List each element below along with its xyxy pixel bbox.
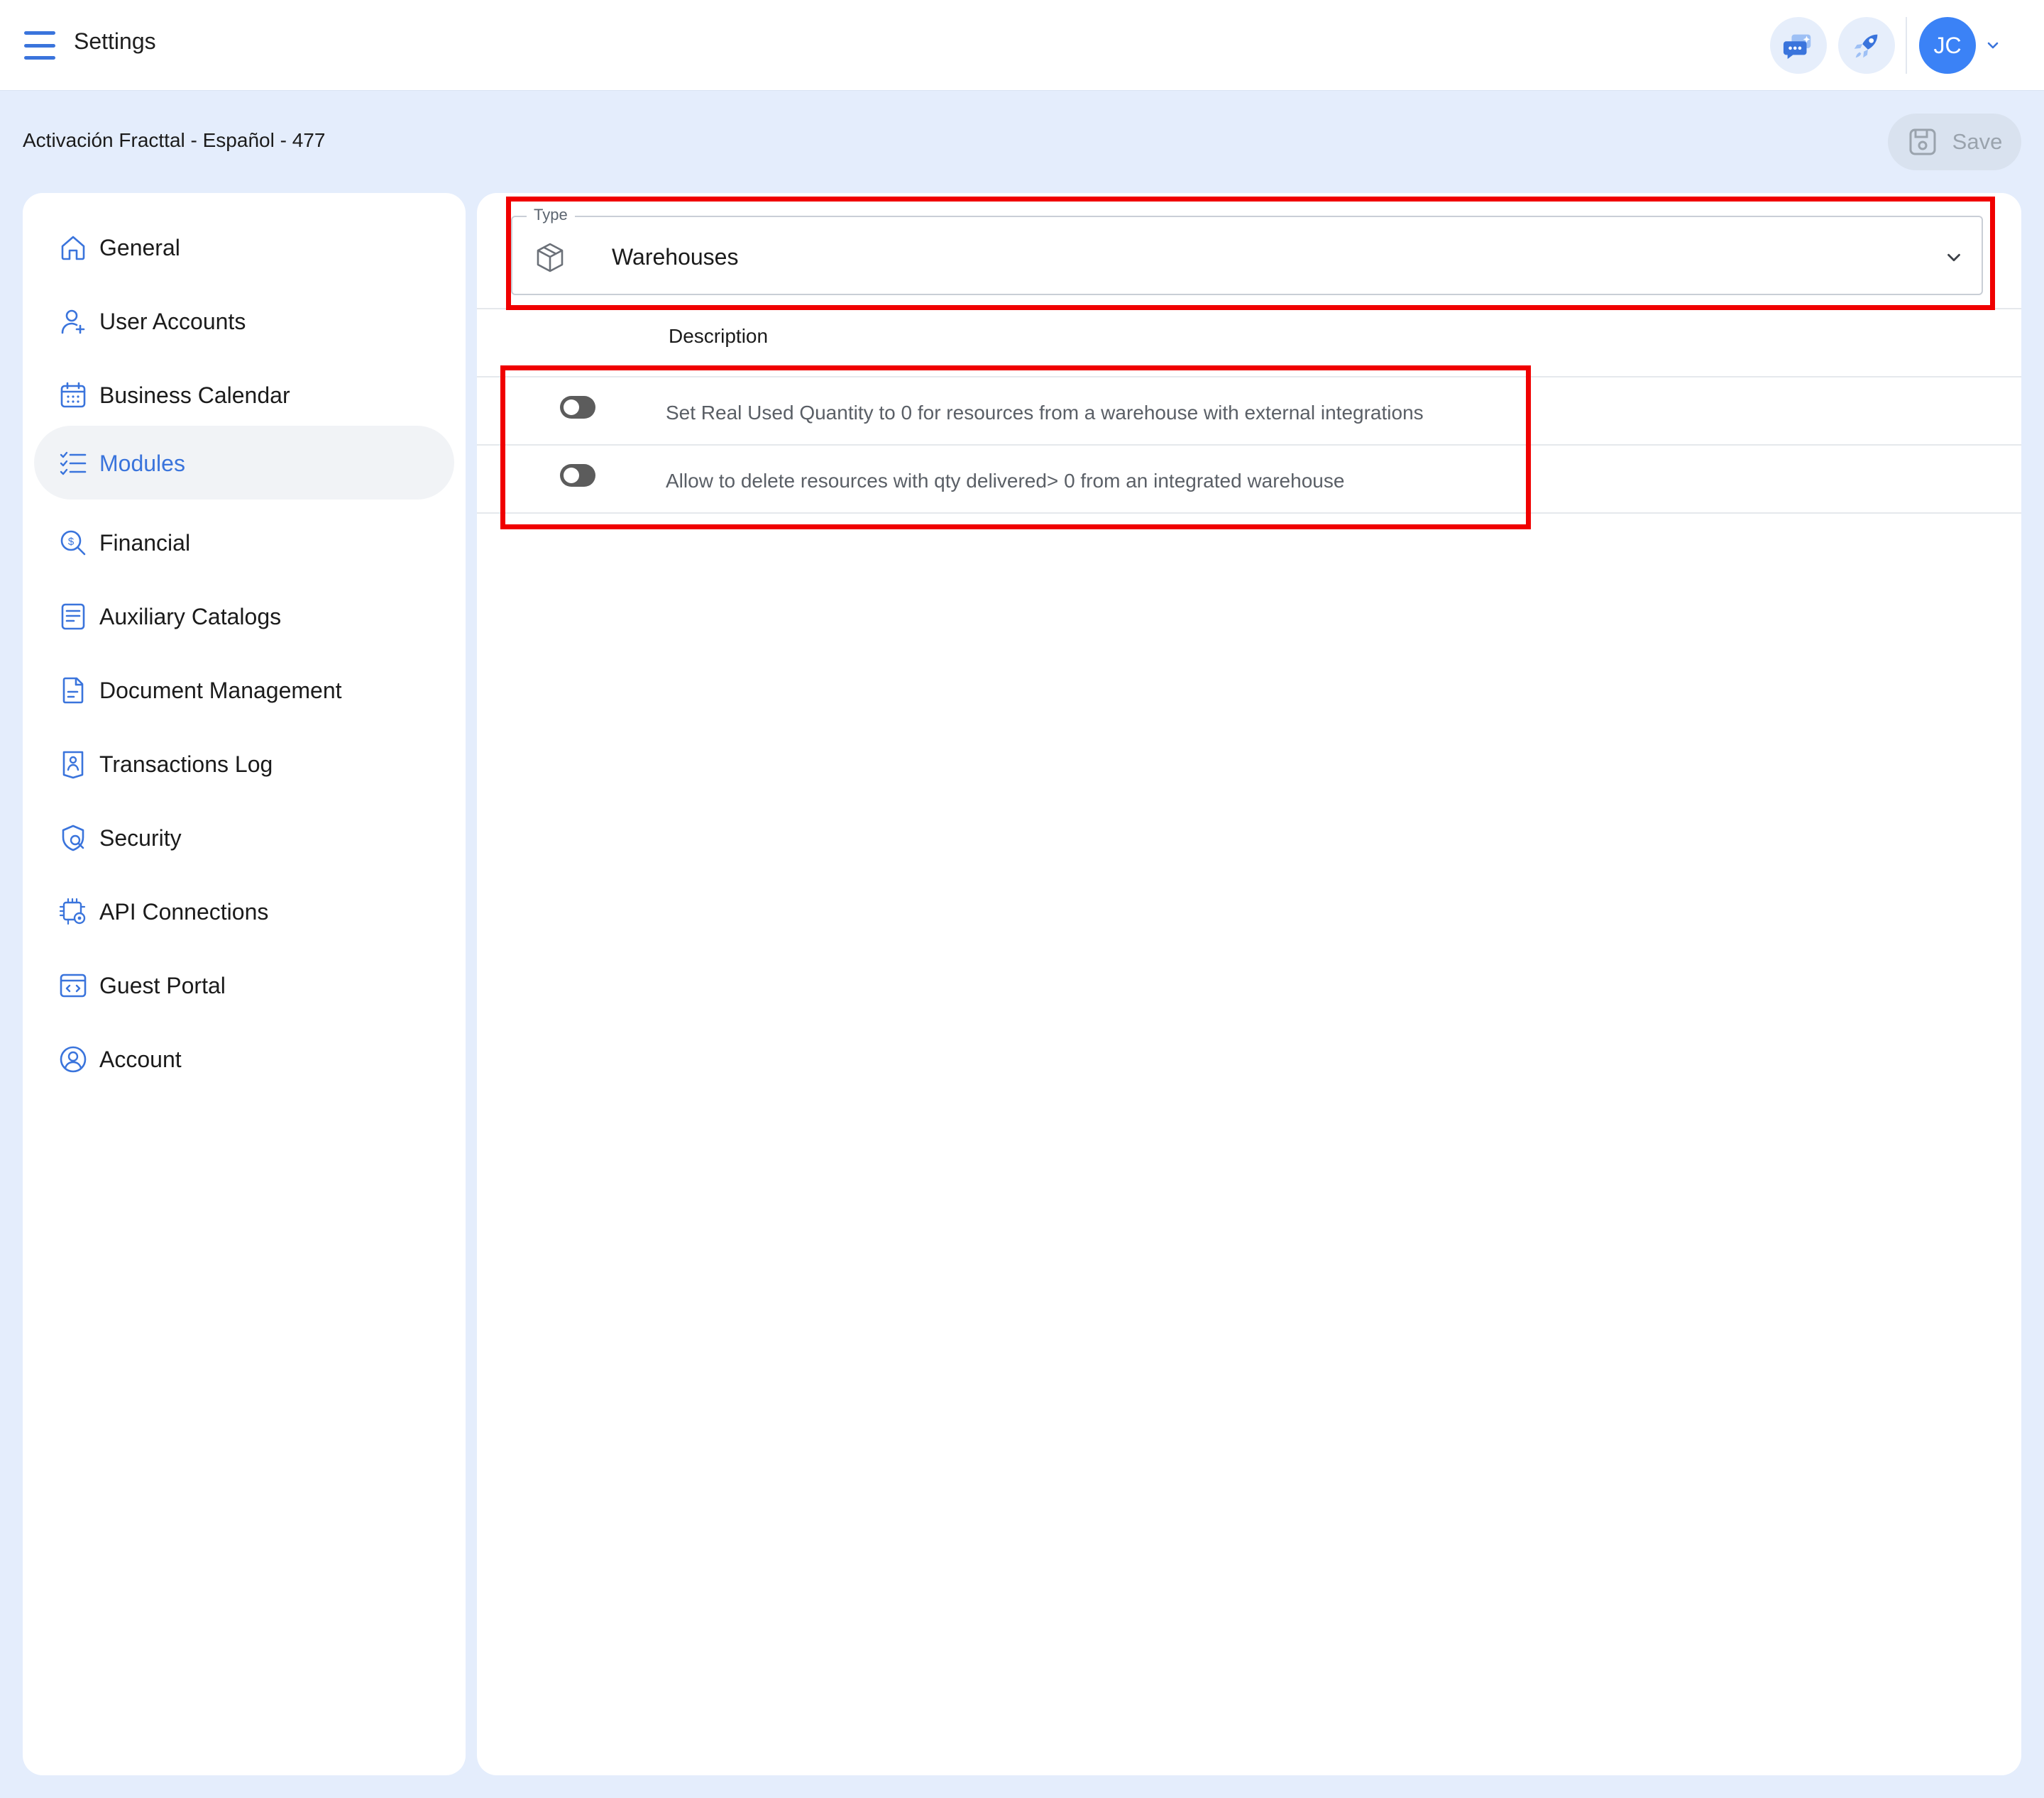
divider (477, 512, 2021, 514)
user-add-icon (58, 307, 88, 336)
sidebar-item-label: Document Management (99, 678, 342, 703)
chevron-down-icon[interactable] (1984, 37, 2001, 54)
sidebar-item-business-calendar[interactable]: Business Calendar (34, 358, 454, 431)
sidebar-item-security[interactable]: Security (34, 800, 454, 874)
type-select-value: Warehouses (612, 244, 739, 270)
home-icon (58, 233, 88, 263)
account-name: Activación Fracttal - Español - 477 (23, 129, 326, 151)
box-icon (534, 241, 566, 274)
calendar-icon (58, 380, 88, 410)
checklist-icon (58, 448, 88, 478)
setting-description: Set Real Used Quantity to 0 for resource… (666, 402, 1424, 424)
settings-sidebar: General User Accounts Business Calendar … (23, 193, 466, 1775)
sidebar-item-label: Security (99, 825, 182, 851)
toggle-set-real-used-quantity[interactable] (560, 396, 595, 419)
sidebar-item-general[interactable]: General (34, 210, 454, 284)
save-icon (1909, 128, 1936, 155)
sidebar-item-modules[interactable]: Modules (34, 426, 454, 500)
sidebar-item-label: Guest Portal (99, 973, 226, 998)
avatar[interactable]: JC (1919, 17, 1976, 74)
document-icon (58, 675, 88, 705)
sidebar-item-label: General (99, 235, 180, 260)
sidebar-item-api-connections[interactable]: API Connections (34, 874, 454, 948)
save-button-label: Save (1952, 129, 2003, 154)
sidebar-item-label: User Accounts (99, 309, 246, 334)
portal-code-icon (58, 971, 88, 1000)
toggle-knob (564, 399, 579, 415)
sidebar-item-account[interactable]: Account (34, 1022, 454, 1096)
shield-search-icon (58, 823, 88, 853)
type-select[interactable]: Type Warehouses (511, 206, 1983, 295)
svg-text:$: $ (68, 536, 75, 548)
save-button[interactable]: Save (1888, 114, 2021, 170)
sidebar-item-label: Transactions Log (99, 751, 273, 777)
sidebar-item-auxiliary-catalogs[interactable]: Auxiliary Catalogs (34, 579, 454, 653)
setting-description: Allow to delete resources with qty deliv… (666, 470, 1345, 492)
sidebar-item-financial[interactable]: $ Financial (34, 505, 454, 579)
toggle-allow-delete-resources[interactable] (560, 464, 595, 487)
module-settings-panel: Type Warehouses Description Set Real Use… (477, 193, 2021, 1775)
type-select-label: Type (527, 206, 575, 224)
toggle-knob (564, 468, 579, 483)
sidebar-item-label: Financial (99, 530, 191, 556)
api-gear-icon (58, 897, 88, 927)
transactions-log-icon (58, 749, 88, 779)
divider (477, 308, 2021, 309)
rocket-button[interactable] (1838, 17, 1895, 74)
rocket-icon (1854, 34, 1878, 58)
sidebar-item-label: Auxiliary Catalogs (99, 604, 282, 629)
chat-assistant-button[interactable] (1770, 17, 1827, 74)
sidebar-item-document-management[interactable]: Document Management (34, 653, 454, 727)
top-bar: Settings JC (0, 0, 2044, 91)
top-bar-divider (1906, 17, 1907, 74)
hamburger-menu-icon[interactable] (24, 31, 55, 60)
chat-assistant-icon (1783, 34, 1811, 60)
divider (477, 376, 2021, 377)
sidebar-item-label: Account (99, 1047, 182, 1072)
coin-search-icon: $ (58, 528, 88, 558)
sidebar-item-label: Modules (99, 451, 185, 476)
chevron-down-icon (1947, 253, 1960, 262)
account-circle-icon (58, 1044, 88, 1074)
divider (477, 444, 2021, 446)
description-column-header: Description (669, 325, 769, 347)
page-title: Settings (74, 28, 156, 54)
sidebar-item-transactions-log[interactable]: Transactions Log (34, 727, 454, 800)
sidebar-item-label: Business Calendar (99, 382, 290, 408)
catalog-icon (58, 602, 88, 631)
sidebar-item-guest-portal[interactable]: Guest Portal (34, 948, 454, 1022)
sidebar-item-user-accounts[interactable]: User Accounts (34, 284, 454, 358)
sidebar-item-label: API Connections (99, 899, 269, 925)
